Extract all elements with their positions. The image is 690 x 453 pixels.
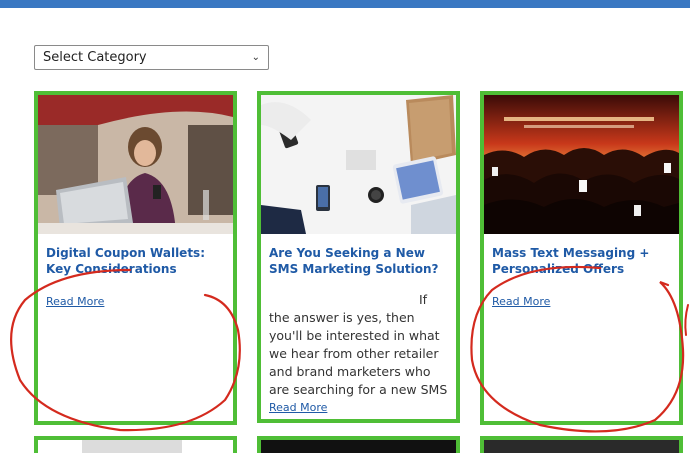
post-card-row2-3[interactable] <box>480 436 683 453</box>
post-excerpt: If the answer is yes, then you'll be int… <box>269 292 448 397</box>
post-card-row2-1[interactable] <box>34 436 237 453</box>
post-thumbnail-woman-laptop[interactable] <box>38 95 233 234</box>
chevron-down-icon: ⌄ <box>251 52 260 63</box>
post-title[interactable]: Are You Seeking a New SMS Marketing Solu… <box>269 245 450 277</box>
post-thumbnail-desk-phones[interactable] <box>261 95 456 234</box>
post-card-mass-text[interactable]: Mass Text Messaging + Personalized Offer… <box>480 91 683 425</box>
post-card-sms-solution[interactable]: Are You Seeking a New SMS Marketing Solu… <box>257 91 460 423</box>
read-more-link[interactable]: Read More <box>269 401 327 414</box>
top-banner-strip <box>0 0 690 8</box>
read-more-link[interactable]: Read More <box>46 295 104 308</box>
post-card-row2-2[interactable] <box>257 436 460 453</box>
post-title[interactable]: Mass Text Messaging + Personalized Offer… <box>492 245 673 277</box>
post-title[interactable]: Digital Coupon Wallets: Key Consideratio… <box>46 245 227 277</box>
category-select-value: Select Category <box>43 50 147 65</box>
read-more-link[interactable]: Read More <box>492 295 550 308</box>
post-thumbnail <box>82 440 182 453</box>
post-thumbnail <box>484 440 679 453</box>
post-thumbnail-concert-crowd[interactable] <box>484 95 679 234</box>
post-card-digital-coupon[interactable]: Digital Coupon Wallets: Key Consideratio… <box>34 91 237 425</box>
category-select[interactable]: Select Category ⌄ <box>34 45 269 70</box>
